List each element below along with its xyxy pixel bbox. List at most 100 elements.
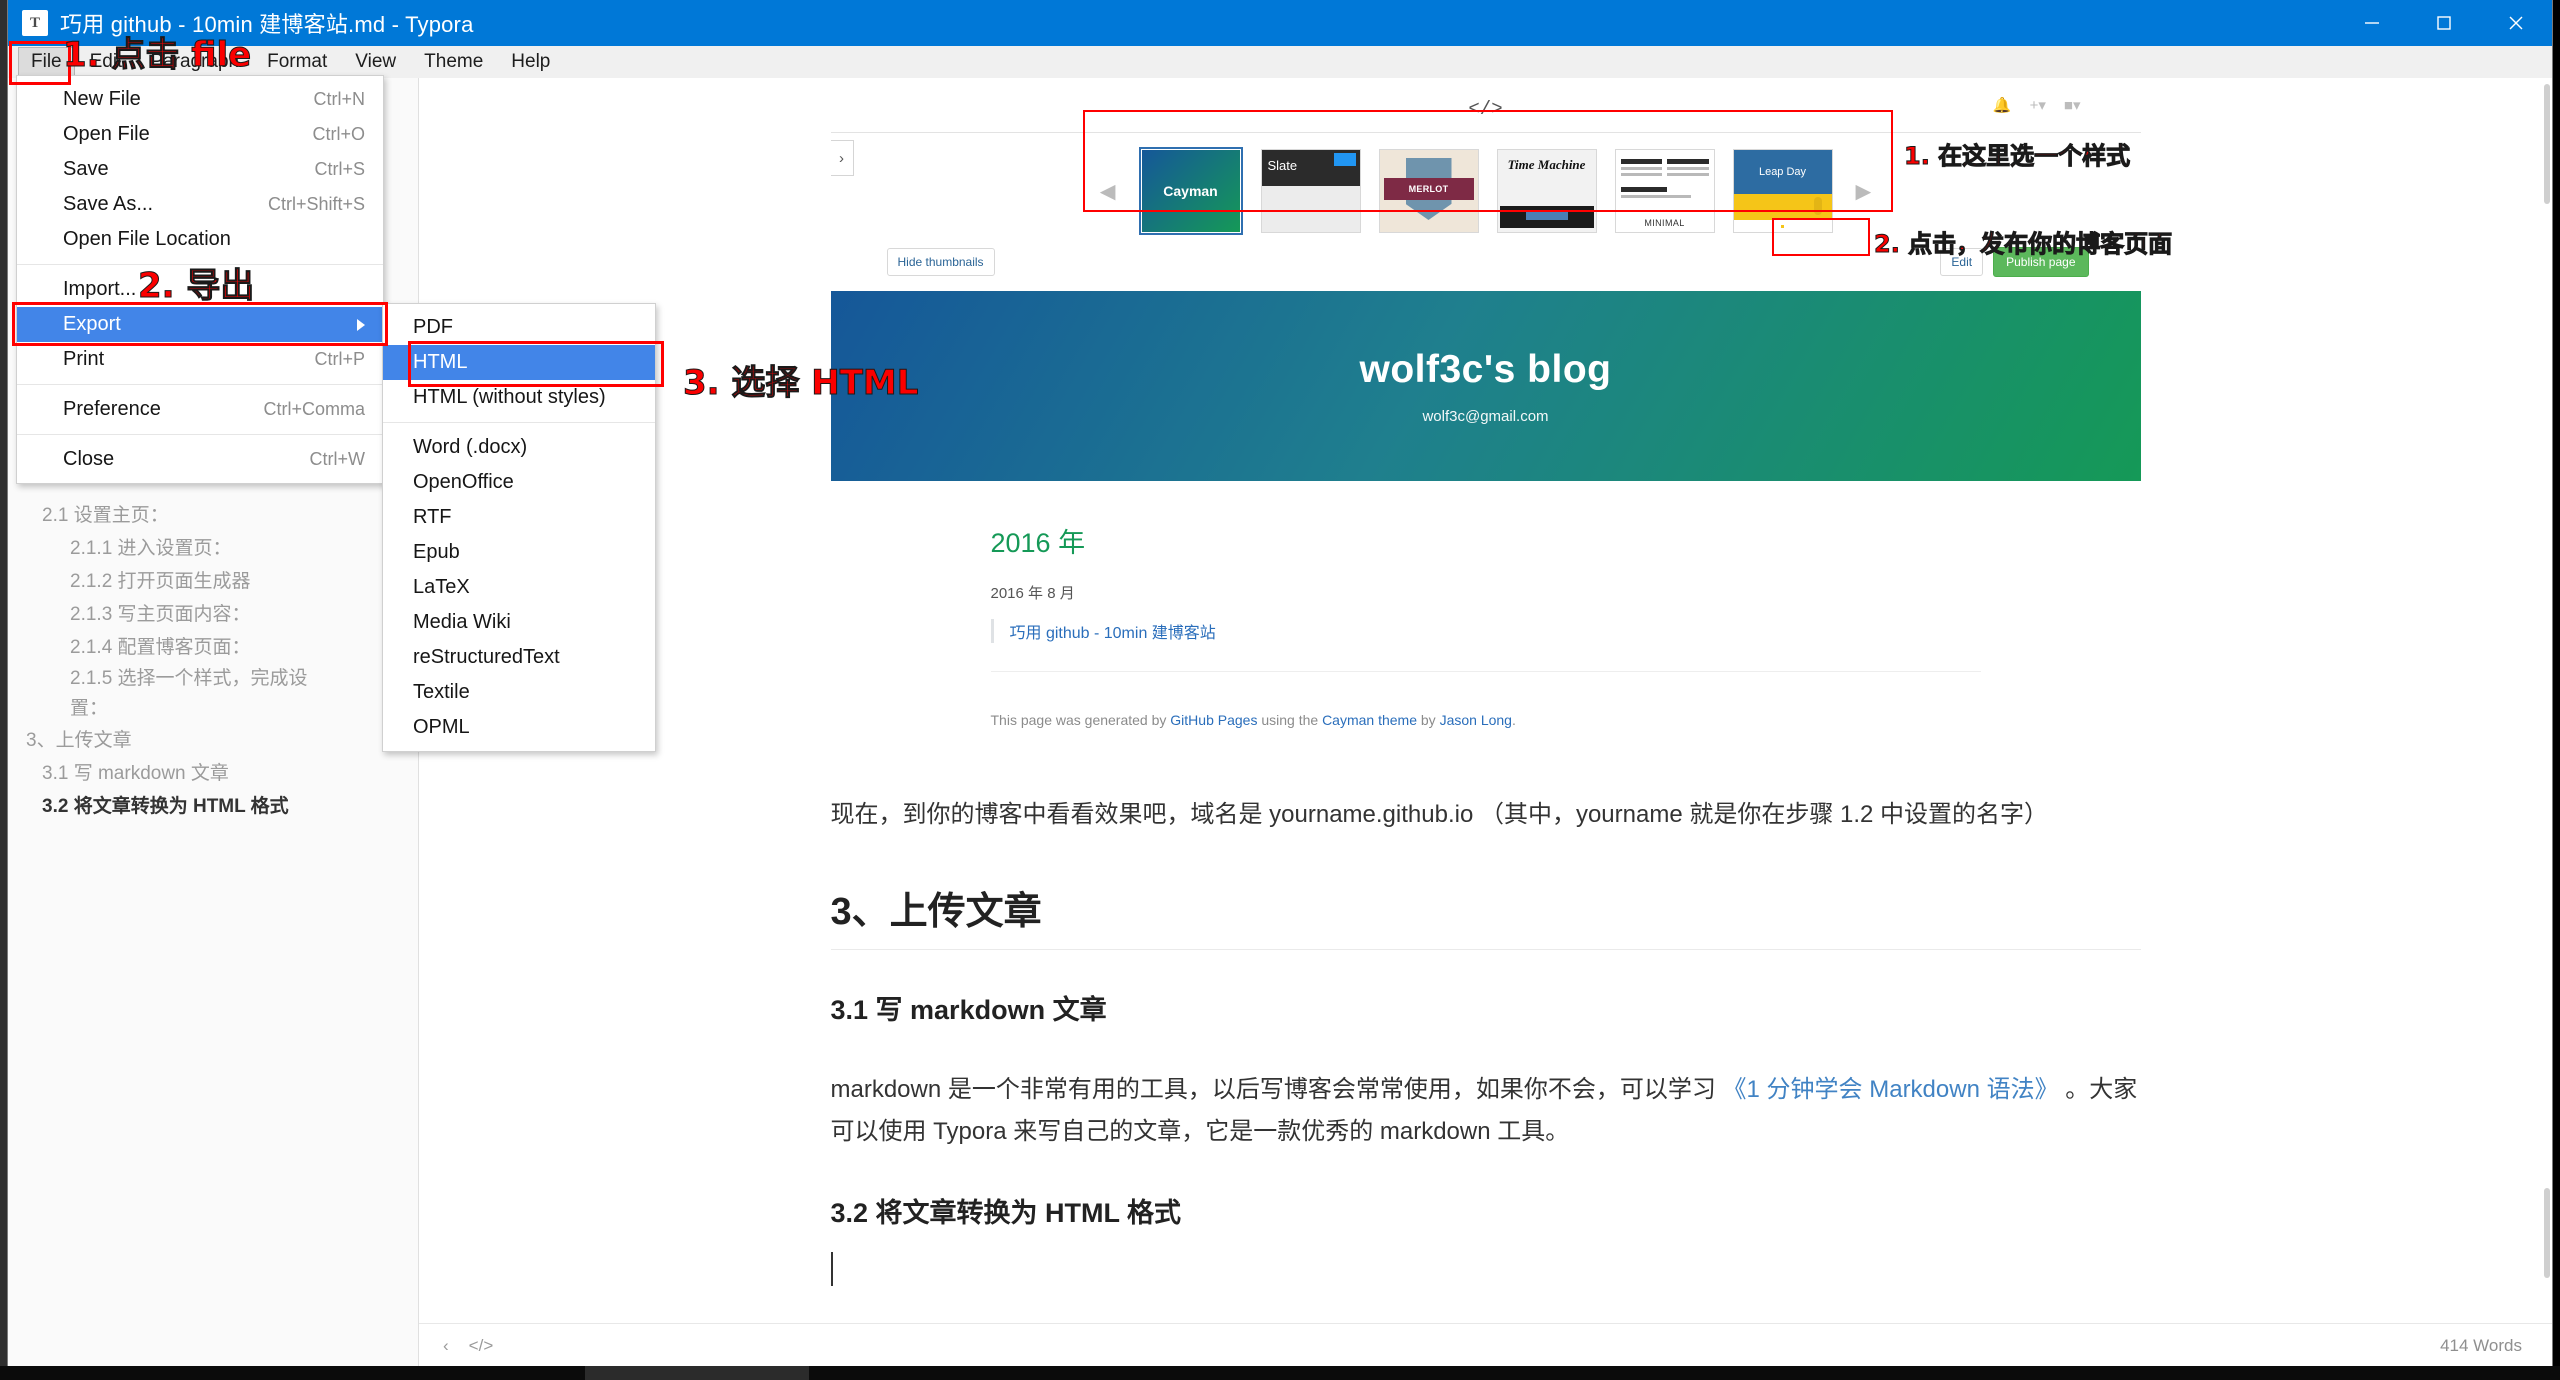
- editor-pane[interactable]: </> 🔔 +▾ ■▾ › ◄ Cayman Slate MERLOT Time…: [419, 78, 2552, 1368]
- text-cursor: [830, 1230, 2141, 1291]
- paragraph-domain-note: 现在，到你的博客中看看效果吧，域名是 yourname.github.io （其…: [830, 801, 2049, 828]
- sidebar-expand-icon[interactable]: ›: [830, 140, 854, 176]
- theme-thumb-minimal-art: MINIMAL: [1615, 150, 1714, 232]
- app-icon: T: [22, 10, 48, 36]
- file-menu-print[interactable]: Print Ctrl+P: [17, 342, 383, 377]
- minimize-icon[interactable]: [2336, 0, 2408, 46]
- document-body: </> 🔔 +▾ ■▾ › ◄ Cayman Slate MERLOT Time…: [830, 86, 2141, 1291]
- export-item-word[interactable]: Word (.docx): [383, 430, 655, 465]
- scrollbar-thumb-bottom[interactable]: [2544, 1188, 2550, 1278]
- close-icon[interactable]: [2480, 0, 2552, 46]
- file-menu-import-label: Import...: [63, 278, 137, 300]
- file-menu-save[interactable]: Save Ctrl+S: [17, 152, 383, 187]
- file-menu-save-as-label: Save As...: [63, 193, 154, 215]
- outline-item-2-1-4[interactable]: 2.1.4 配置博客页面：: [8, 631, 418, 664]
- file-menu-export[interactable]: Export: [17, 307, 383, 342]
- export-item-latex[interactable]: LaTeX: [383, 570, 655, 605]
- paragraph-markdown-intro: markdown 是一个非常有用的工具，以后写博客会常常使用，如果你不会，可以学…: [831, 1069, 2141, 1153]
- leap-dot: [1780, 225, 1784, 228]
- publish-page-button[interactable]: Publish page: [1993, 247, 2089, 277]
- theme-thumb-minimal[interactable]: MINIMAL: [1614, 149, 1715, 233]
- export-item-epub[interactable]: Epub: [383, 535, 655, 570]
- menu-theme[interactable]: Theme: [411, 47, 496, 77]
- minimal-columns: [1620, 156, 1709, 179]
- hide-thumbnails-button[interactable]: Hide thumbnails: [886, 248, 995, 276]
- markdown-syntax-link[interactable]: 《1 分钟学会 Markdown 语法》: [1723, 1076, 2059, 1103]
- export-item-html[interactable]: HTML: [383, 345, 655, 380]
- export-item-opml[interactable]: OPML: [383, 710, 655, 745]
- outline-item-3-1[interactable]: 3.1 写 markdown 文章: [8, 757, 418, 790]
- export-item-openoffice[interactable]: OpenOffice: [383, 465, 655, 500]
- minimal-col-left: [1620, 156, 1662, 179]
- menu-help[interactable]: Help: [498, 47, 563, 77]
- export-separator-1: [383, 422, 655, 423]
- footer-link-github-pages[interactable]: GitHub Pages: [1170, 712, 1257, 728]
- file-menu-preference[interactable]: Preference Ctrl+Comma: [17, 392, 383, 427]
- blog-body: 2016 年 2016 年 8 月 巧用 github - 10min 建博客站: [831, 481, 2141, 712]
- theme-thumb-slate[interactable]: Slate: [1260, 149, 1361, 233]
- heading-3-1-write-markdown: 3.1 写 markdown 文章: [830, 995, 1107, 1025]
- menu-paragraph[interactable]: Paragraph: [137, 47, 252, 77]
- file-menu-save-as[interactable]: Save As... Ctrl+Shift+S: [17, 187, 383, 222]
- theme-thumb-time-machine[interactable]: Time Machine: [1496, 149, 1597, 233]
- menu-view[interactable]: View: [342, 47, 409, 77]
- outline-item-3-2[interactable]: 3.2 将文章转换为 HTML 格式: [8, 790, 418, 823]
- edit-button[interactable]: Edit: [1940, 248, 1984, 276]
- theme-thumb-merlot[interactable]: MERLOT: [1378, 149, 1479, 233]
- menu-format[interactable]: Format: [254, 47, 340, 77]
- file-menu-new-file-label: New File: [63, 88, 141, 110]
- footer-link-jason-long[interactable]: Jason Long: [1440, 712, 1512, 728]
- blog-banner: wolf3c's blog wolf3c@gmail.com: [830, 291, 2141, 481]
- theme-thumb-cayman-label: Cayman: [1141, 150, 1240, 232]
- menu-edit[interactable]: Edit: [77, 47, 136, 77]
- file-menu-close-shortcut: Ctrl+W: [309, 449, 366, 469]
- avatar-icon: ■▾: [2063, 97, 2081, 114]
- file-menu-import[interactable]: Import...: [17, 272, 383, 307]
- outline-item-2-1[interactable]: 2.1 设置主页：: [8, 499, 418, 532]
- source-code-icon[interactable]: </>: [469, 1336, 494, 1356]
- outline-item-2-1-5[interactable]: 2.1.5 选择一个样式，完成设置：: [8, 664, 320, 724]
- desktop-background: [0, 0, 8, 1380]
- slate-accent: [1333, 153, 1356, 166]
- file-menu-dropdown[interactable]: New File Ctrl+N Open File Ctrl+O Save Ct…: [16, 75, 384, 484]
- export-item-html-without-styles[interactable]: HTML (without styles): [383, 380, 655, 415]
- export-item-media-wiki[interactable]: Media Wiki: [383, 605, 655, 640]
- export-item-rtf[interactable]: RTF: [383, 500, 655, 535]
- file-menu-open-file-location[interactable]: Open File Location: [17, 222, 383, 257]
- file-menu-open-file-shortcut: Ctrl+O: [312, 124, 365, 144]
- taskbar-item[interactable]: [585, 1366, 809, 1380]
- export-submenu[interactable]: PDF HTML HTML (without styles) Word (.do…: [382, 303, 656, 752]
- status-icons: ‹ </>: [443, 1336, 493, 1356]
- footer-link-cayman-theme[interactable]: Cayman theme: [1322, 712, 1417, 728]
- window-controls: [2336, 0, 2552, 46]
- blog-email: wolf3c@gmail.com: [1422, 407, 1549, 425]
- theme-thumb-cayman[interactable]: Cayman: [1138, 147, 1243, 235]
- export-item-pdf[interactable]: PDF: [383, 310, 655, 345]
- tm-base: [1499, 206, 1594, 228]
- footer-end: .: [1511, 712, 1516, 728]
- theme-next-arrow[interactable]: ►: [1851, 178, 1877, 204]
- outline-item-2-1-2[interactable]: 2.1.2 打开页面生成器: [8, 565, 418, 598]
- outline-item-3[interactable]: 3、上传文章: [8, 724, 418, 757]
- file-menu-open-file-label: Open File: [63, 123, 150, 145]
- export-item-restructuredtext[interactable]: reStructuredText: [383, 640, 655, 675]
- chevron-left-icon[interactable]: ‹: [443, 1336, 449, 1356]
- theme-thumb-leap-day[interactable]: Leap Day: [1732, 149, 1833, 233]
- blog-post-link[interactable]: 巧用 github - 10min 建博客站: [990, 619, 2141, 643]
- file-menu-close[interactable]: Close Ctrl+W: [17, 442, 383, 477]
- maximize-icon[interactable]: [2408, 0, 2480, 46]
- file-menu-save-label: Save: [63, 158, 109, 180]
- file-menu-print-label: Print: [63, 348, 105, 370]
- shot-toolbar-icons: 🔔 +▾ ■▾: [1993, 96, 2081, 114]
- file-menu-open-file[interactable]: Open File Ctrl+O: [17, 117, 383, 152]
- leap-yellow-band: [1733, 194, 1832, 220]
- outline-item-2-1-3[interactable]: 2.1.3 写主页面内容：: [8, 598, 418, 631]
- editor-scrollbar[interactable]: [2542, 84, 2550, 1318]
- outline-item-2-1-1[interactable]: 2.1.1 进入设置页：: [8, 532, 418, 565]
- export-item-textile[interactable]: Textile: [383, 675, 655, 710]
- theme-prev-arrow[interactable]: ◄: [1095, 178, 1121, 204]
- file-menu-new-file[interactable]: New File Ctrl+N: [17, 82, 383, 117]
- menu-file[interactable]: File: [18, 47, 75, 77]
- submenu-arrow-icon: [357, 318, 365, 331]
- scrollbar-thumb-top[interactable]: [2544, 84, 2550, 204]
